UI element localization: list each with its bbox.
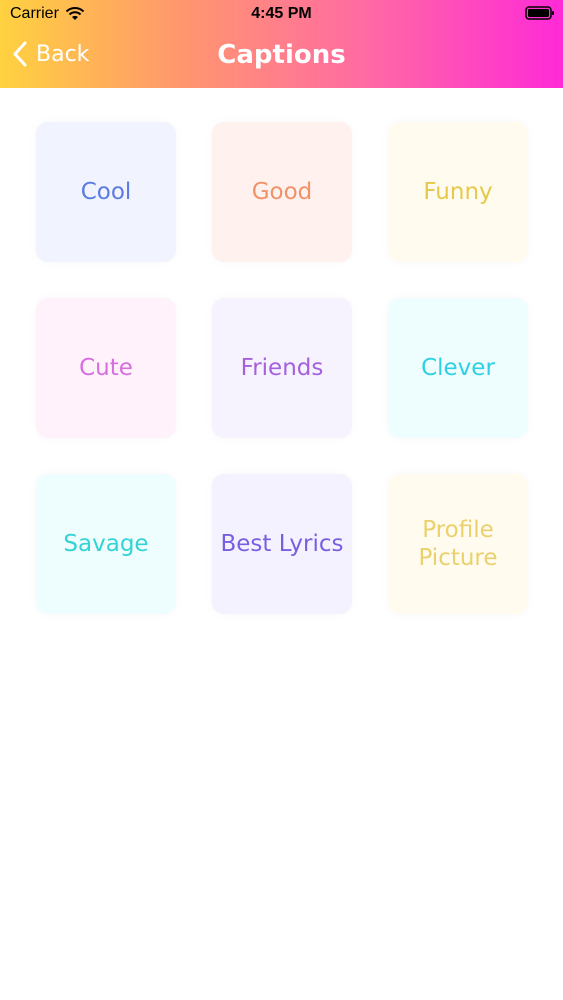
category-card-profile-picture[interactable]: Profile Picture bbox=[388, 474, 528, 614]
header: Carrier 4:45 PM Back Captions bbox=[0, 0, 563, 88]
status-time: 4:45 PM bbox=[251, 5, 312, 22]
page-title: Captions bbox=[217, 40, 346, 70]
category-label: Good bbox=[251, 179, 313, 205]
category-label: Friends bbox=[240, 355, 324, 381]
category-card-cool[interactable]: Cool bbox=[36, 122, 176, 262]
category-label: Cool bbox=[80, 179, 132, 205]
category-label: Profile Picture bbox=[418, 517, 498, 571]
category-label: Funny bbox=[423, 179, 493, 205]
category-label: Savage bbox=[63, 531, 149, 557]
category-card-clever[interactable]: Clever bbox=[388, 298, 528, 438]
battery-icon bbox=[525, 6, 554, 20]
category-card-cute[interactable]: Cute bbox=[36, 298, 176, 438]
category-label: Cute bbox=[79, 355, 133, 381]
category-card-good[interactable]: Good bbox=[212, 122, 352, 262]
category-card-friends[interactable]: Friends bbox=[212, 298, 352, 438]
category-label: Clever bbox=[421, 355, 495, 381]
category-card-savage[interactable]: Savage bbox=[36, 474, 176, 614]
category-card-funny[interactable]: Funny bbox=[388, 122, 528, 262]
navigation-bar: Back Captions bbox=[0, 30, 563, 88]
category-card-best-lyrics[interactable]: Best Lyrics bbox=[212, 474, 352, 614]
status-bar: Carrier 4:45 PM bbox=[0, 0, 563, 30]
category-label: Best Lyrics bbox=[220, 531, 344, 557]
